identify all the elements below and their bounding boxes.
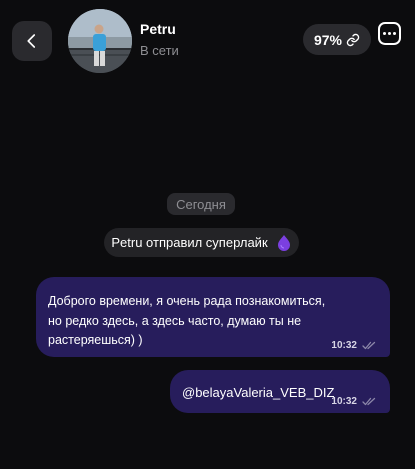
double-check-icon xyxy=(362,397,376,406)
message-meta: 10:32 xyxy=(331,396,376,407)
superlike-text: Petru отправил суперлайк xyxy=(111,235,268,250)
message-time: 10:32 xyxy=(331,396,357,407)
message-time: 10:32 xyxy=(331,340,357,351)
contact-status: В сети xyxy=(140,43,179,58)
back-button[interactable] xyxy=(12,21,52,61)
contact-name[interactable]: Petru xyxy=(140,21,176,37)
message-text: @belayaValeria_VEB_DIZ xyxy=(182,385,335,400)
double-check-icon xyxy=(362,341,376,350)
message-meta: 10:32 xyxy=(331,340,376,351)
message-bubble[interactable]: @belayaValeria_VEB_DIZ 10:32 xyxy=(170,370,390,413)
message-text: Доброго времени, я очень рада познакомит… xyxy=(48,294,326,347)
more-dot xyxy=(388,32,391,35)
purple-drop-icon xyxy=(277,234,290,251)
link-icon xyxy=(346,33,360,46)
chat-screen: Petru В сети 97% Сегодня Petru отправил … xyxy=(0,0,415,469)
more-options-button[interactable] xyxy=(378,22,401,45)
superlike-notice: Petru отправил суперлайк xyxy=(104,228,299,257)
more-dot xyxy=(393,32,396,35)
date-separator: Сегодня xyxy=(167,193,235,215)
message-bubble[interactable]: Доброго времени, я очень рада познакомит… xyxy=(36,277,390,357)
avatar-photo xyxy=(68,9,132,73)
match-percent: 97% xyxy=(313,31,343,48)
avatar[interactable] xyxy=(68,9,132,73)
chevron-left-icon xyxy=(27,34,36,48)
more-horizontal-icon xyxy=(383,32,386,35)
match-percent-badge[interactable]: 97% xyxy=(303,24,371,55)
